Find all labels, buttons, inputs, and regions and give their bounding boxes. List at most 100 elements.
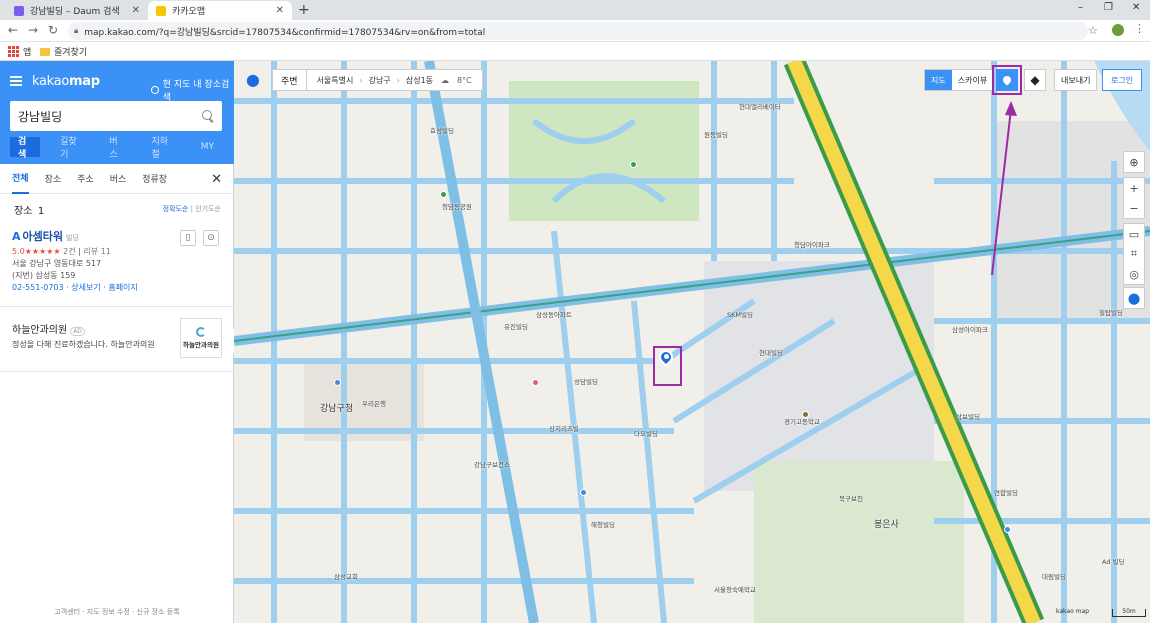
map-label[interactable]: 청담동공원 <box>442 201 472 211</box>
poi-marker[interactable] <box>630 161 637 168</box>
radius-icon[interactable]: ◎ <box>1124 264 1144 284</box>
map-label[interactable]: 북구보천 <box>839 493 863 503</box>
apps-shortcut[interactable]: 앱 <box>8 45 31 58</box>
new-tab-button[interactable]: + <box>298 2 310 18</box>
selected-place-pin[interactable] <box>656 347 676 370</box>
browser-menu-icon[interactable]: ⋮ <box>1134 22 1145 35</box>
result-phone[interactable]: 02-551-0703 <box>12 283 64 292</box>
zoom-out-icon[interactable]: − <box>1124 198 1144 218</box>
homepage-link[interactable]: 홈페이지 <box>108 283 137 292</box>
tab-subway[interactable]: 지하철 <box>144 137 181 160</box>
map-label[interactable]: 연합빌딩 <box>994 487 1018 497</box>
zoom-in-icon[interactable]: + <box>1124 178 1144 198</box>
poi-marker[interactable] <box>1004 526 1011 533</box>
filter-place[interactable]: 장소 <box>45 164 62 194</box>
poi-marker[interactable] <box>440 191 447 198</box>
map-label[interactable]: 경기고등학교 <box>784 416 820 426</box>
poi-marker[interactable] <box>532 379 539 386</box>
breadcrumb-item[interactable]: 강남구 <box>369 75 391 86</box>
bookmark-star-icon[interactable]: ☆ <box>1088 24 1098 37</box>
export-button[interactable]: 내보내기 <box>1054 69 1098 91</box>
tab-close-icon[interactable]: ✕ <box>132 5 140 16</box>
map-label[interactable]: 삼성교회 <box>334 571 358 581</box>
map-label[interactable]: Ad 빌딩 <box>1102 556 1125 566</box>
map-label[interactable]: 서울청숙예학교 <box>714 584 756 594</box>
forward-button[interactable]: → <box>28 23 38 37</box>
search-icon[interactable] <box>202 110 214 122</box>
browser-tab-kakaomap[interactable]: 카카오맵 ✕ <box>148 1 292 20</box>
map-canvas[interactable]: 강남구청 삼성스포피아 현대엘리베이터 SKM빌딩 삼성동아파트 청담동공원 경… <box>234 61 1150 623</box>
map-label[interactable]: 원등빌딩 <box>704 129 728 139</box>
back-button[interactable]: ← <box>8 23 18 37</box>
map-label[interactable]: 봉은사 <box>874 517 899 530</box>
roadview-button[interactable]: ⊙ <box>203 230 219 246</box>
breadcrumb-item[interactable]: 삼성1동 <box>406 75 433 86</box>
rating-count[interactable]: 2건 <box>63 247 75 256</box>
hamburger-menu-icon[interactable] <box>10 76 22 86</box>
filter-bus[interactable]: 버스 <box>110 164 127 194</box>
poi-marker[interactable] <box>334 379 341 386</box>
current-location-icon[interactable]: ⊕ <box>1124 152 1144 172</box>
close-icon[interactable]: ✕ <box>211 172 222 187</box>
review-count[interactable]: 리뷰 11 <box>83 247 110 256</box>
map-label[interactable]: 힐탑빌딩 <box>1099 307 1123 317</box>
map-label[interactable]: SKM빌딩 <box>727 309 753 319</box>
my-place-icon[interactable]: ⬤ <box>244 69 262 91</box>
roadview-side-icon[interactable]: ⬤ <box>1124 288 1144 308</box>
filter-stop[interactable]: 정류장 <box>142 164 167 194</box>
sort-accuracy[interactable]: 정확도순 <box>163 205 189 213</box>
tab-my[interactable]: MY <box>193 137 222 157</box>
map-label[interactable]: 강남구청 <box>320 401 353 414</box>
map-label[interactable]: 우리은행 <box>362 398 386 408</box>
nearby-search-toggle[interactable]: 현 지도 내 장소검색 <box>151 77 234 103</box>
bookmarks-bar: 앱 즐겨찾기 <box>0 42 1150 61</box>
filter-all[interactable]: 전체 <box>12 164 29 194</box>
tab-search[interactable]: 검색 <box>10 137 41 160</box>
ad-name[interactable]: 하늘안과의원 <box>12 325 67 336</box>
map-label[interactable]: 효성빌딩 <box>430 125 454 135</box>
map-label[interactable]: 청담아이파크 <box>794 239 830 249</box>
maximize-button[interactable]: ❐ <box>1104 2 1113 13</box>
bookmark-button[interactable]: ▯ <box>180 230 196 246</box>
window-close-button[interactable]: ✕ <box>1132 2 1140 13</box>
ad-logo[interactable]: 하늘안과의원 <box>180 318 222 358</box>
measure-icon[interactable]: ▭ <box>1124 224 1144 244</box>
map-label[interactable]: 삼성동아파트 <box>536 309 572 319</box>
detail-link[interactable]: 상세보기 <box>71 283 100 292</box>
map-type-skyview[interactable]: 스카이뷰 <box>952 70 993 90</box>
reload-button[interactable]: ↻ <box>48 23 58 37</box>
around-button[interactable]: 주변 <box>272 69 307 91</box>
map-label[interactable]: 유진빌딩 <box>504 321 528 331</box>
poi-marker[interactable] <box>580 489 587 496</box>
map-label[interactable]: 상지리츠빌 <box>549 423 579 433</box>
login-button[interactable]: 로그인 <box>1102 69 1143 91</box>
tab-close-icon[interactable]: ✕ <box>276 5 284 16</box>
browser-tab-daum[interactable]: 강남빌딩 – Daum 검색 ✕ <box>6 1 148 20</box>
panel-footer[interactable]: 고객센터 · 지도 정보 수정 · 신규 장소 등록 <box>0 607 234 617</box>
breadcrumb-item[interactable]: 서울특별시 <box>317 75 354 86</box>
map-label[interactable]: 강남구보건소 <box>474 459 510 469</box>
filter-address[interactable]: 주소 <box>77 164 94 194</box>
favorites-folder[interactable]: 즐겨찾기 <box>40 45 87 58</box>
map-label[interactable]: 대림빌딩 <box>1042 571 1066 581</box>
poi-marker[interactable] <box>802 411 809 418</box>
sort-popularity[interactable]: 인기도순 <box>195 205 221 213</box>
map-label[interactable]: 성담빌딩 <box>574 376 598 386</box>
map-label[interactable]: 해청빌딩 <box>591 519 615 529</box>
map-label[interactable]: 현대빌딩 <box>759 347 783 357</box>
tab-bus[interactable]: 버스 <box>101 137 131 160</box>
url-bar[interactable]: 🔒︎ map.kakao.com/?q=강남빌딩&srcid=17807534&… <box>68 22 1088 40</box>
tab-directions[interactable]: 길찾기 <box>52 137 89 160</box>
map-label[interactable]: 다모빌딩 <box>634 428 658 438</box>
place-label: 장소 <box>14 206 33 217</box>
layers-button[interactable]: ◆ <box>1024 69 1046 91</box>
profile-avatar[interactable] <box>1112 24 1124 36</box>
search-input[interactable] <box>18 109 202 123</box>
map-label[interactable]: 현대엘리베이터 <box>739 101 781 111</box>
area-icon[interactable]: ⌗ <box>1124 244 1144 264</box>
map-label[interactable]: 삼성아이파크 <box>952 324 988 334</box>
ad-item[interactable]: 하늘안과의원 AD 정성을 다해 진료하겠습니다. 하늘안과의원 <box>12 323 172 352</box>
map-label[interactable]: 삼보빌딩 <box>956 411 980 421</box>
map-type-map[interactable]: 지도 <box>925 70 952 90</box>
minimize-button[interactable]: – <box>1078 2 1083 13</box>
